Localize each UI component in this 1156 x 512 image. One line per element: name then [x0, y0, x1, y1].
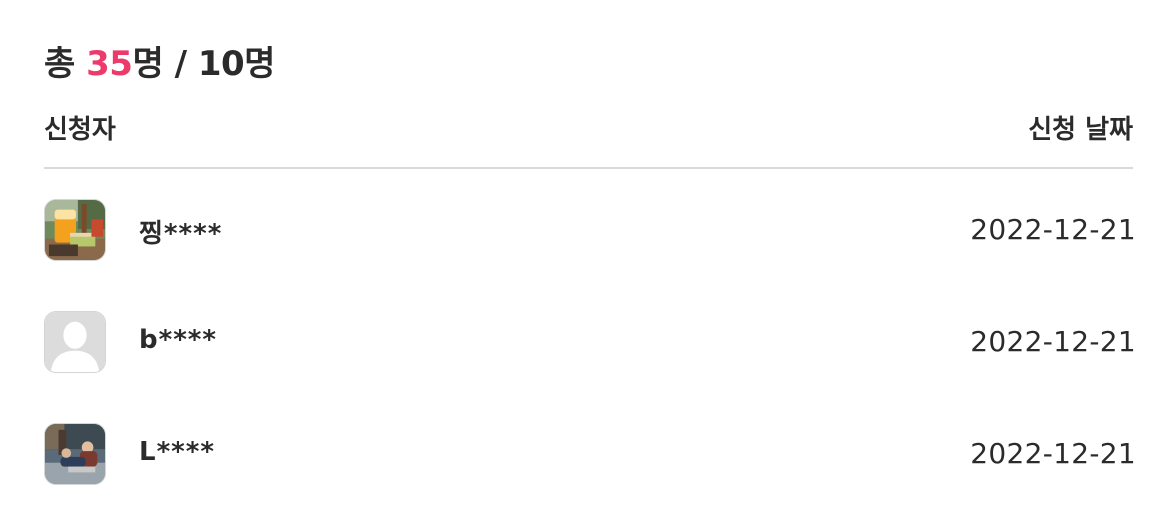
table-row: 찡**** 2022-12-21	[44, 199, 1136, 263]
applicant-count: 35	[86, 44, 133, 84]
header-applicant: 신청자	[44, 115, 116, 145]
photo-people-avatar	[45, 424, 105, 484]
apply-date: 2022-12-21	[970, 325, 1136, 358]
avatar	[44, 311, 106, 373]
table-header: 신청자 신청 날짜	[44, 105, 1133, 169]
table-row: L**** 2022-12-21	[44, 423, 1136, 487]
table-row: b**** 2022-12-21	[44, 311, 1136, 375]
summary-prefix: 총	[44, 44, 87, 84]
summary-suffix: 명 / 10명	[132, 44, 275, 84]
applicant-count-summary: 총 35명 / 10명	[44, 36, 275, 85]
avatar	[44, 423, 106, 485]
apply-date: 2022-12-21	[970, 437, 1136, 470]
applicant-name: L****	[139, 437, 215, 467]
applicant-name: b****	[139, 325, 217, 355]
applicant-name: 찡****	[139, 219, 223, 249]
avatar	[44, 199, 106, 261]
default-user-avatar	[45, 312, 105, 372]
header-apply-date: 신청 날짜	[1028, 115, 1133, 145]
photo-drink-avatar	[45, 200, 105, 260]
apply-date: 2022-12-21	[970, 213, 1136, 246]
